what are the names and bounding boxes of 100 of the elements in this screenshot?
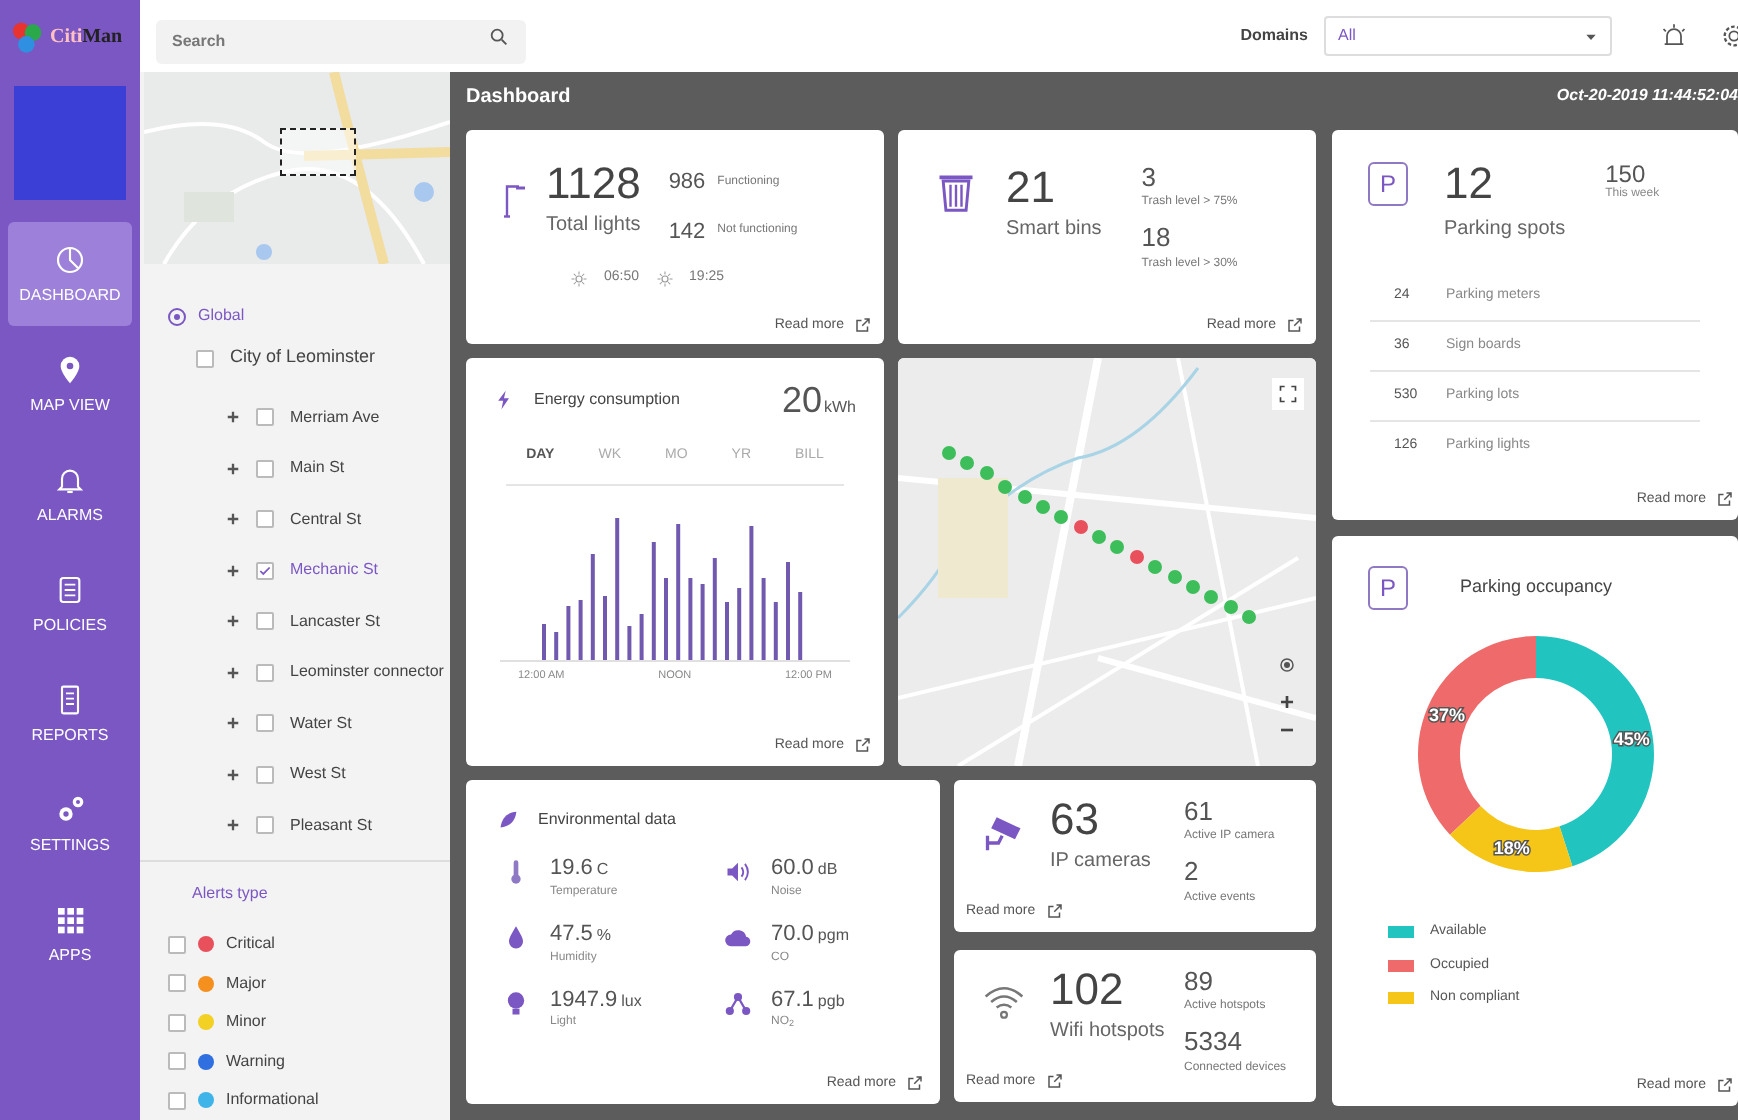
tree-item-label[interactable]: Merriam Ave [290, 405, 380, 430]
fullscreen-icon [1278, 384, 1298, 404]
bar [749, 525, 754, 659]
checkbox[interactable] [256, 714, 274, 733]
date-time: Oct-20-2019 11:44:52:04 [1556, 84, 1738, 108]
search-icon[interactable] [488, 25, 510, 47]
reading-value: 70.0 pgm [771, 921, 849, 949]
plus-icon[interactable] [226, 512, 240, 527]
bar [700, 583, 705, 659]
plus-icon[interactable] [226, 818, 240, 833]
nav-item[interactable]: POLICIES [8, 552, 132, 656]
parking-icon: P [1368, 566, 1408, 610]
alert-type-label[interactable]: Major [226, 971, 267, 996]
tree-item-label[interactable]: Leominster connector [290, 660, 444, 685]
plus-icon[interactable] [226, 410, 240, 425]
stat-value: 89 [1184, 966, 1215, 999]
nav-item[interactable]: ALARMS [8, 442, 132, 546]
tree-item-label[interactable]: City of Leominster [230, 344, 376, 372]
stat-value: 61 [1184, 796, 1215, 829]
logo-text: CitiMan [50, 23, 123, 51]
plus-icon[interactable] [226, 767, 240, 782]
bar [676, 523, 681, 659]
tree-item-label[interactable]: Water St [290, 711, 352, 736]
external-link-icon [1716, 1076, 1734, 1095]
tree-item-label[interactable]: Lancaster St [290, 609, 380, 634]
search-field[interactable]: Search [156, 19, 526, 63]
checkbox[interactable] [256, 816, 274, 835]
bar [761, 577, 766, 659]
radio-button[interactable] [168, 307, 186, 325]
alert-type-label[interactable]: Warning [226, 1049, 285, 1074]
energy-value: 20 kWh [781, 382, 856, 418]
checkbox[interactable] [196, 349, 214, 367]
tree-item-label[interactable]: West St [290, 762, 346, 787]
checkbox[interactable] [256, 408, 274, 427]
tree-item-label[interactable]: Pleasant St [290, 813, 372, 838]
selection-box[interactable] [280, 128, 356, 176]
alert-type-label[interactable]: Informational [226, 1088, 319, 1113]
stat-value: 2 [1184, 856, 1201, 889]
zoom-in-button[interactable]: + [1279, 690, 1294, 714]
light-bulb-icon [502, 989, 530, 1017]
checkbox[interactable] [256, 765, 274, 784]
map[interactable]: + − [898, 358, 1316, 766]
bar [578, 599, 583, 659]
external-link-icon [854, 736, 872, 755]
nav-item[interactable]: REPORTS [8, 662, 132, 766]
bar [688, 577, 693, 659]
fullscreen-button[interactable] [1272, 378, 1304, 410]
data-label: 45% [1612, 728, 1649, 749]
checkbox[interactable] [168, 935, 186, 954]
nav-item[interactable]: MAP VIEW [8, 332, 132, 436]
plus-icon[interactable] [226, 716, 240, 731]
total-label: Wifi hotspots [1050, 1018, 1165, 1046]
total-label: Total lights [546, 212, 641, 240]
total-label: Smart bins [1006, 216, 1102, 244]
checkbox[interactable] [168, 974, 186, 993]
reading-value: 1947.9 lux [550, 987, 642, 1015]
checkbox[interactable] [168, 1091, 186, 1110]
checkbox[interactable] [168, 1013, 186, 1032]
nav-item[interactable]: APPS [8, 882, 132, 986]
checkbox[interactable] [256, 561, 274, 580]
zoom-out-button[interactable]: − [1279, 718, 1294, 742]
sunrise-icon [570, 269, 588, 288]
reading-value: 67.1 pgb [771, 987, 845, 1015]
checkbox[interactable] [168, 1052, 186, 1071]
alarm-icon[interactable] [1660, 22, 1688, 50]
bar [639, 613, 644, 659]
plus-icon[interactable] [226, 614, 240, 629]
bar [798, 591, 803, 659]
plus-icon[interactable] [226, 563, 240, 578]
check-icon [258, 563, 272, 578]
total-label: IP cameras [1050, 848, 1151, 876]
molecule-icon [723, 989, 751, 1017]
total-value: 21 [1006, 166, 1057, 210]
total-value: 63 [1050, 798, 1101, 842]
domain-select[interactable]: All [1324, 16, 1612, 56]
leaf-icon [498, 810, 518, 830]
tree-item-label[interactable]: Global [198, 304, 245, 328]
tree-item-label[interactable]: Main St [290, 456, 345, 481]
checkbox[interactable] [256, 510, 274, 529]
checkbox[interactable] [256, 663, 274, 682]
tree-item-label[interactable]: Central St [290, 507, 362, 532]
bar [590, 553, 595, 659]
alert-type-label[interactable]: Minor [226, 1010, 267, 1035]
total-value: 102 [1050, 968, 1126, 1012]
external-link-icon [1045, 1072, 1064, 1091]
alert-type-label[interactable]: Critical [226, 932, 275, 957]
bar [627, 625, 632, 659]
page-title: Dashboard [466, 83, 571, 111]
legend-swatch [1388, 926, 1414, 939]
avatar-block [14, 86, 126, 200]
plus-icon[interactable] [226, 665, 240, 680]
plus-icon[interactable] [226, 461, 240, 476]
checkbox[interactable] [256, 612, 274, 631]
tree-item-label[interactable]: Mechanic St [290, 558, 379, 583]
card-title: Environmental data [538, 808, 676, 832]
checkbox[interactable] [256, 459, 274, 478]
bar [737, 587, 742, 659]
locate-icon[interactable] [1278, 656, 1296, 674]
bar [712, 557, 717, 659]
nav-item[interactable]: SETTINGS [8, 772, 132, 876]
